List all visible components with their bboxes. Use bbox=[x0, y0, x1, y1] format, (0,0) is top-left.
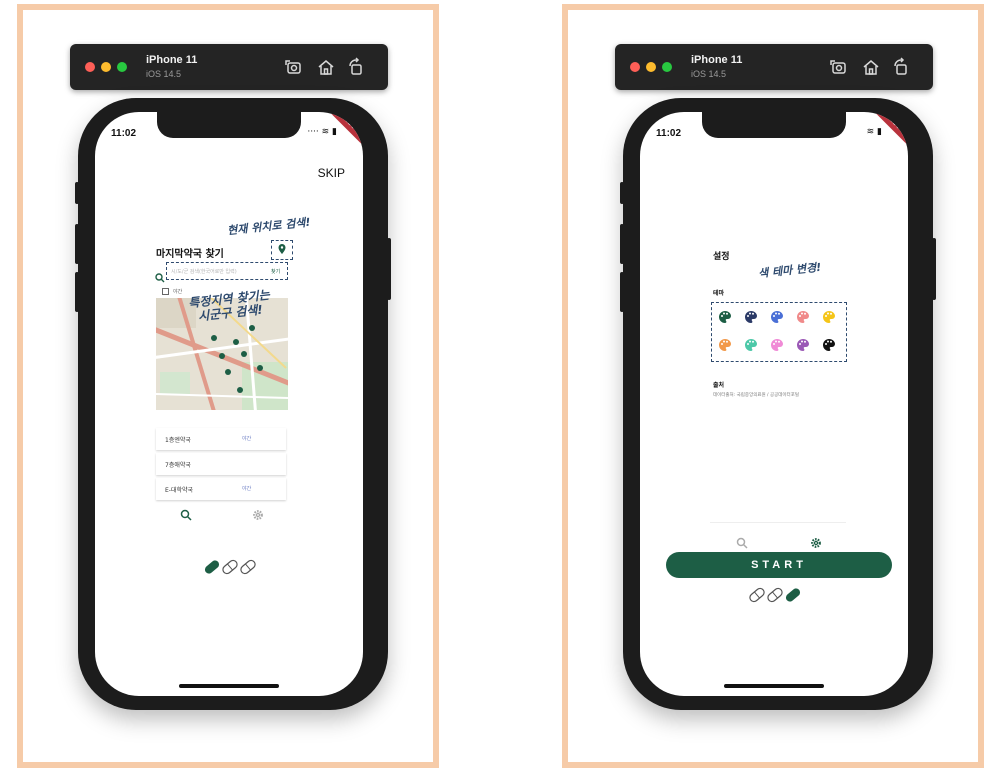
maximize-window-button[interactable] bbox=[662, 62, 672, 72]
theme-palette-grid bbox=[711, 302, 847, 362]
power-button bbox=[932, 238, 936, 300]
list-item[interactable]: 1층엔약국 야간 bbox=[156, 428, 286, 450]
palette-icon-2[interactable] bbox=[744, 309, 758, 323]
palette-icon-5[interactable] bbox=[822, 309, 836, 323]
bottom-tab-bar bbox=[710, 528, 846, 552]
search-placeholder: 시/도/군 검색(한국어로만 입력) bbox=[171, 269, 237, 275]
search-button[interactable]: 찾기 bbox=[271, 268, 280, 275]
home-indicator[interactable] bbox=[179, 684, 279, 688]
phone-screen: 11:02 ≋ ▮ DEBUG 설정 색 테마 변경! 테마 출처 데이터출처:… bbox=[640, 112, 908, 696]
list-item[interactable]: 7층애약국 bbox=[156, 453, 286, 475]
close-window-button[interactable] bbox=[630, 62, 640, 72]
screenshot-icon[interactable] bbox=[284, 57, 304, 77]
source-text: 데이터출처: 국립중앙의료원 / 공공데이터포털 bbox=[713, 393, 799, 398]
minimize-window-button[interactable] bbox=[646, 62, 656, 72]
location-pin-icon[interactable] bbox=[272, 241, 292, 259]
simulator-device-name: iPhone 11 bbox=[146, 54, 198, 66]
status-icons: ···· ≋ ▮ bbox=[307, 127, 337, 137]
annotation-theme-change: 색 테마 변경! bbox=[757, 260, 822, 281]
phone-screen: 11:02 ···· ≋ ▮ DEBUG SKIP 현재 위치로 검색! 마지막… bbox=[95, 112, 363, 696]
source-label: 출처 bbox=[713, 382, 725, 389]
page-title: 설정 bbox=[713, 252, 730, 262]
right-panel: iPhone 11 iOS 14.5 11:02 ≋ ▮ DEBUG 설정 색 … bbox=[562, 4, 984, 768]
rotate-icon[interactable] bbox=[346, 57, 366, 77]
list-item[interactable]: E-대학약국 야간 bbox=[156, 478, 286, 500]
mute-switch bbox=[620, 182, 624, 204]
palette-icon-4[interactable] bbox=[796, 309, 810, 323]
volume-up-button bbox=[75, 224, 79, 264]
palette-icon-7[interactable] bbox=[744, 337, 758, 351]
iphone-frame: 11:02 ≋ ▮ DEBUG 설정 색 테마 변경! 테마 출처 데이터출처:… bbox=[620, 98, 936, 710]
start-button[interactable]: START bbox=[666, 552, 892, 578]
pharmacy-name: 7층애약국 bbox=[165, 462, 191, 469]
minimize-window-button[interactable] bbox=[101, 62, 111, 72]
simulator-toolbar: iPhone 11 iOS 14.5 bbox=[615, 44, 933, 90]
simulator-device-name: iPhone 11 bbox=[691, 54, 743, 66]
search-input[interactable]: 시/도/군 검색(한국어로만 입력) bbox=[166, 262, 288, 280]
night-badge: 야간 bbox=[242, 436, 252, 442]
search-icon bbox=[155, 268, 165, 283]
left-panel: iPhone 11 iOS 14.5 11:02 ···· ≋ ▮ DEBUG bbox=[17, 4, 439, 768]
simulator-os-version: iOS 14.5 bbox=[146, 69, 182, 79]
tab-divider bbox=[710, 522, 846, 523]
bottom-tab-bar bbox=[156, 500, 286, 524]
theme-label: 테마 bbox=[713, 290, 725, 297]
status-time: 11:02 bbox=[656, 128, 682, 139]
night-checkbox[interactable] bbox=[162, 288, 169, 295]
settings-tab-icon[interactable] bbox=[810, 534, 822, 548]
status-icons: ≋ ▮ bbox=[866, 127, 882, 137]
pharmacy-list: 1층엔약국 야간 7층애약국 E-대학약국 야간 bbox=[156, 428, 286, 503]
iphone-frame: 11:02 ···· ≋ ▮ DEBUG SKIP 현재 위치로 검색! 마지막… bbox=[75, 98, 391, 710]
canvas: iPhone 11 iOS 14.5 11:02 ···· ≋ ▮ DEBUG bbox=[0, 0, 1000, 772]
notch bbox=[157, 112, 301, 138]
pharmacy-name: E-대학약국 bbox=[165, 487, 194, 494]
mute-switch bbox=[75, 182, 79, 204]
night-checkbox-label: 야간 bbox=[173, 289, 183, 295]
skip-button[interactable]: SKIP bbox=[318, 166, 345, 180]
pill-progress-icon bbox=[203, 556, 257, 578]
home-indicator[interactable] bbox=[724, 684, 824, 688]
home-icon[interactable] bbox=[861, 57, 881, 77]
search-tab-icon[interactable] bbox=[736, 534, 748, 549]
maximize-window-button[interactable] bbox=[117, 62, 127, 72]
palette-icon-8[interactable] bbox=[770, 337, 784, 351]
power-button bbox=[387, 238, 391, 300]
pill-progress-icon bbox=[748, 584, 802, 606]
rotate-icon[interactable] bbox=[891, 57, 911, 77]
settings-tab-icon[interactable] bbox=[252, 506, 264, 520]
volume-down-button bbox=[620, 272, 624, 312]
palette-icon-6[interactable] bbox=[718, 337, 732, 351]
palette-icon-1[interactable] bbox=[718, 309, 732, 323]
notch bbox=[702, 112, 846, 138]
screenshot-icon[interactable] bbox=[829, 57, 849, 77]
palette-icon-10[interactable] bbox=[822, 337, 836, 351]
night-badge: 야간 bbox=[242, 486, 252, 492]
simulator-os-version: iOS 14.5 bbox=[691, 69, 727, 79]
annotation-current-location: 현재 위치로 검색! bbox=[226, 215, 312, 238]
palette-icon-3[interactable] bbox=[770, 309, 784, 323]
volume-down-button bbox=[75, 272, 79, 312]
search-tab-icon[interactable] bbox=[180, 506, 192, 521]
palette-icon-9[interactable] bbox=[796, 337, 810, 351]
pharmacy-name: 1층엔약국 bbox=[165, 437, 191, 444]
home-icon[interactable] bbox=[316, 57, 336, 77]
simulator-toolbar: iPhone 11 iOS 14.5 bbox=[70, 44, 388, 90]
close-window-button[interactable] bbox=[85, 62, 95, 72]
status-time: 11:02 bbox=[111, 128, 137, 139]
volume-up-button bbox=[620, 224, 624, 264]
page-title: 마지막약국 찾기 bbox=[156, 249, 224, 260]
